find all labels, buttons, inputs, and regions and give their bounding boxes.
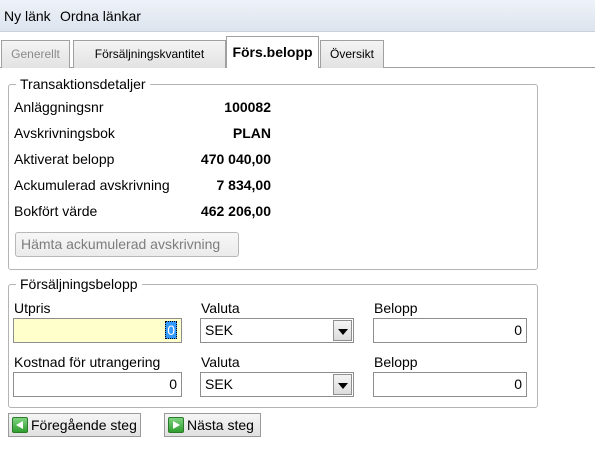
currency-label-2: Valuta — [201, 354, 240, 370]
capitalized-amount-value: 470 040,00 — [200, 151, 271, 167]
arrow-right-icon — [168, 417, 184, 433]
chevron-down-icon[interactable] — [333, 374, 352, 395]
accumulated-depreciation-label: Ackumulerad avskrivning — [14, 177, 170, 193]
asset-number-value: 100082 — [224, 99, 271, 115]
tab-oversikt[interactable]: Översikt — [320, 40, 384, 68]
depreciation-book-label: Avskrivningsbok — [14, 125, 115, 141]
transaction-details-title: Transaktionsdetaljer — [16, 76, 150, 92]
previous-step-label: Föregående steg — [31, 417, 137, 433]
menu-bar: Ny länk Ordna länkar — [0, 0, 595, 32]
tab-generellt[interactable]: Generellt — [1, 40, 70, 68]
next-step-button[interactable]: Nästa steg — [164, 413, 261, 437]
currency-select-1-value: SEK — [205, 322, 234, 338]
previous-step-button[interactable]: Föregående steg — [8, 413, 141, 437]
book-value-value: 462 206,00 — [200, 203, 271, 219]
menu-new-link[interactable]: Ny länk — [4, 8, 51, 24]
asset-number-label: Anläggningsnr — [14, 99, 104, 115]
next-step-label: Nästa steg — [187, 417, 254, 433]
amount-input-1[interactable]: 0 — [373, 318, 527, 343]
amount-label-2: Belopp — [374, 354, 418, 370]
tab-fors-belopp[interactable]: Förs.belopp — [226, 36, 319, 69]
menu-arrange-links[interactable]: Ordna länkar — [60, 8, 141, 24]
book-value-label: Bokfört värde — [14, 203, 98, 219]
scrapping-cost-label: Kostnad för utrangering — [14, 354, 161, 370]
currency-select-2-value: SEK — [205, 376, 234, 392]
accumulated-depreciation-value: 7 834,00 — [216, 177, 272, 193]
tab-forsaljningskvantitet[interactable]: Försäljningskvantitet — [73, 40, 226, 68]
depreciation-book-value: PLAN — [232, 125, 271, 141]
amount-input-2[interactable]: 0 — [373, 372, 527, 397]
fetch-accumulated-depreciation-button[interactable]: Hämta ackumulerad avskrivning — [15, 232, 239, 257]
currency-select-2[interactable]: SEK — [200, 372, 354, 397]
capitalized-amount-label: Aktiverat belopp — [14, 151, 115, 167]
sales-amount-title: Försäljningsbelopp — [16, 276, 142, 292]
sale-price-input[interactable]: 0 — [13, 318, 182, 343]
chevron-down-icon[interactable] — [333, 320, 352, 341]
sale-price-value: 0 — [165, 321, 177, 339]
scrapping-cost-input[interactable]: 0 — [13, 372, 182, 397]
sale-price-label: Utpris — [14, 300, 51, 316]
currency-select-1[interactable]: SEK — [200, 318, 354, 343]
arrow-left-icon — [12, 417, 28, 433]
currency-label-1: Valuta — [201, 300, 240, 316]
amount-label-1: Belopp — [374, 300, 418, 316]
